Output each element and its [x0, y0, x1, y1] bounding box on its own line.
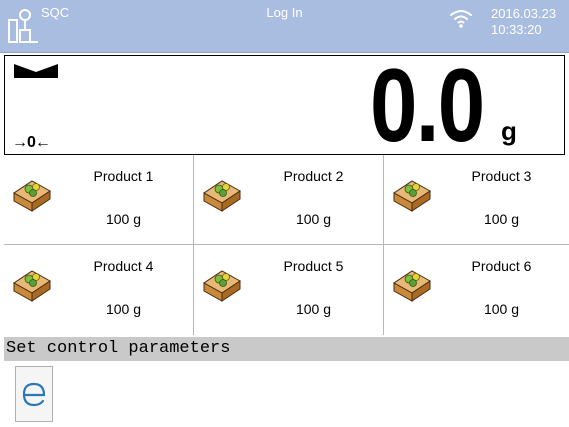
- product-box-icon: [203, 180, 241, 212]
- wifi-icon: [450, 10, 472, 28]
- zero-indicator: →0←: [12, 134, 51, 151]
- product-mass: 100 g: [295, 211, 332, 227]
- product-box-icon: [13, 270, 51, 302]
- product-tile-1[interactable]: Product 1 100 g: [4, 155, 194, 245]
- top-bar: SQC Log In 2016.03.23 10:33:20: [0, 0, 569, 53]
- weight-value: 0.0: [370, 48, 485, 164]
- date-time: 2016.03.23 10:33:20: [491, 6, 556, 38]
- product-mass: 100 g: [483, 211, 520, 227]
- product-name: Product 2: [283, 168, 344, 184]
- product-box-icon: [393, 270, 431, 302]
- login-status[interactable]: Log In: [0, 5, 569, 20]
- e-exit-icon: [22, 382, 46, 407]
- stability-marker-icon: [14, 64, 58, 78]
- weight-unit[interactable]: g: [501, 116, 517, 147]
- product-name: Product 1: [93, 168, 154, 184]
- time-text: 10:33:20: [491, 22, 542, 37]
- product-name: Product 5: [283, 258, 344, 274]
- product-box-icon: [203, 270, 241, 302]
- product-tile-2[interactable]: Product 2 100 g: [194, 155, 384, 245]
- product-tile-3[interactable]: Product 3 100 g: [384, 155, 569, 245]
- exit-button[interactable]: [15, 366, 53, 422]
- product-mass: 100 g: [483, 301, 520, 317]
- product-mass: 100 g: [105, 301, 142, 317]
- product-grid: Product 1 100 g Product 2 100 g Product …: [4, 155, 569, 335]
- product-tile-5[interactable]: Product 5 100 g: [194, 245, 384, 335]
- date-text: 2016.03.23: [491, 6, 557, 21]
- product-mass: 100 g: [295, 301, 332, 317]
- status-message: Set control parameters: [4, 337, 569, 361]
- footer-bar: [4, 361, 569, 427]
- product-box-icon: [393, 180, 431, 212]
- weight-display: →0← 0.0 g: [4, 48, 565, 164]
- product-name: Product 3: [471, 168, 532, 184]
- product-mass: 100 g: [105, 211, 142, 227]
- product-name: Product 6: [471, 258, 532, 274]
- product-box-icon: [13, 180, 51, 212]
- product-tile-6[interactable]: Product 6 100 g: [384, 245, 569, 335]
- product-tile-4[interactable]: Product 4 100 g: [4, 245, 194, 335]
- product-name: Product 4: [93, 258, 154, 274]
